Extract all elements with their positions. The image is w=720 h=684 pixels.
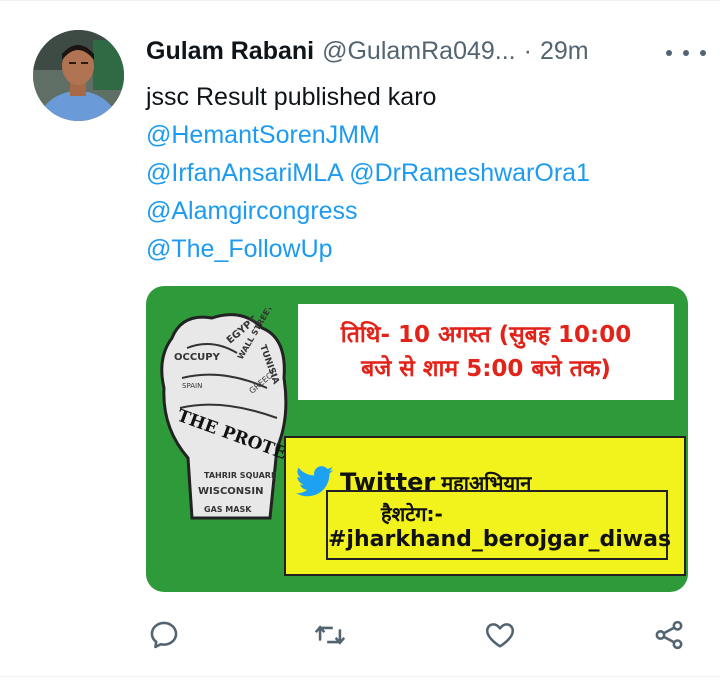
like-icon[interactable]	[483, 618, 517, 652]
tweet-actions	[0, 612, 720, 656]
date-line: बजे से शाम 5:00 बजे तक)	[361, 356, 611, 382]
poster-word: WISCONSIN	[198, 486, 263, 497]
avatar-image	[33, 30, 124, 121]
reply-icon[interactable]	[147, 618, 181, 652]
more-dot	[683, 50, 689, 56]
tweet-media-image[interactable]: OCCUPY EGYPT WALL STREET TUNISIA GREECE …	[146, 286, 688, 592]
poster-word: TAHRIR SQUARE	[204, 471, 276, 480]
more-dot	[666, 50, 672, 56]
separator-dot: ·	[523, 36, 532, 65]
avatar[interactable]	[33, 30, 124, 121]
tweet-text-line: jssc Result published karo	[146, 83, 437, 111]
mention-link[interactable]: @Alamgircongress	[146, 197, 358, 225]
author-name[interactable]: Gulam Rabani	[146, 37, 314, 66]
date-banner: तिथि- 10 अगस्त (सुबह 10:00 बजे से शाम 5:…	[298, 304, 674, 400]
timestamp[interactable]: 29m	[540, 37, 589, 66]
poster-word: GAS MASK	[204, 505, 252, 514]
hashtag-label: हैशटेग:-	[381, 502, 443, 526]
date-line: तिथि- 10 अगस्त (सुबह 10:00	[340, 322, 632, 348]
mention-link[interactable]: @HemantSorenJMM	[146, 121, 380, 149]
tweet-header: Gulam Rabani @GulamRa049... · 29m	[146, 34, 696, 68]
mention-link[interactable]: @The_FollowUp	[146, 235, 333, 263]
retweet-icon[interactable]	[313, 618, 347, 652]
author-handle[interactable]: @GulamRa049...	[322, 37, 516, 66]
protest-fist-graphic: OCCUPY EGYPT WALL STREET TUNISIA GREECE …	[160, 308, 292, 520]
mention-link[interactable]: @DrRameshwarOra1	[349, 159, 590, 187]
poster-word: OCCUPY	[174, 352, 221, 363]
hashtag-text: #jharkhand_berojgar_diwas	[328, 527, 672, 552]
top-divider	[0, 0, 720, 1]
share-icon[interactable]	[652, 618, 686, 652]
bottom-divider	[0, 676, 720, 677]
more-dot	[700, 50, 706, 56]
poster-word: SPAIN	[182, 382, 202, 390]
more-icon[interactable]	[666, 46, 706, 60]
tweet-text: jssc Result published karo @HemantSorenJ…	[146, 78, 706, 268]
mention-link[interactable]: @IrfanAnsariMLA	[146, 159, 342, 187]
